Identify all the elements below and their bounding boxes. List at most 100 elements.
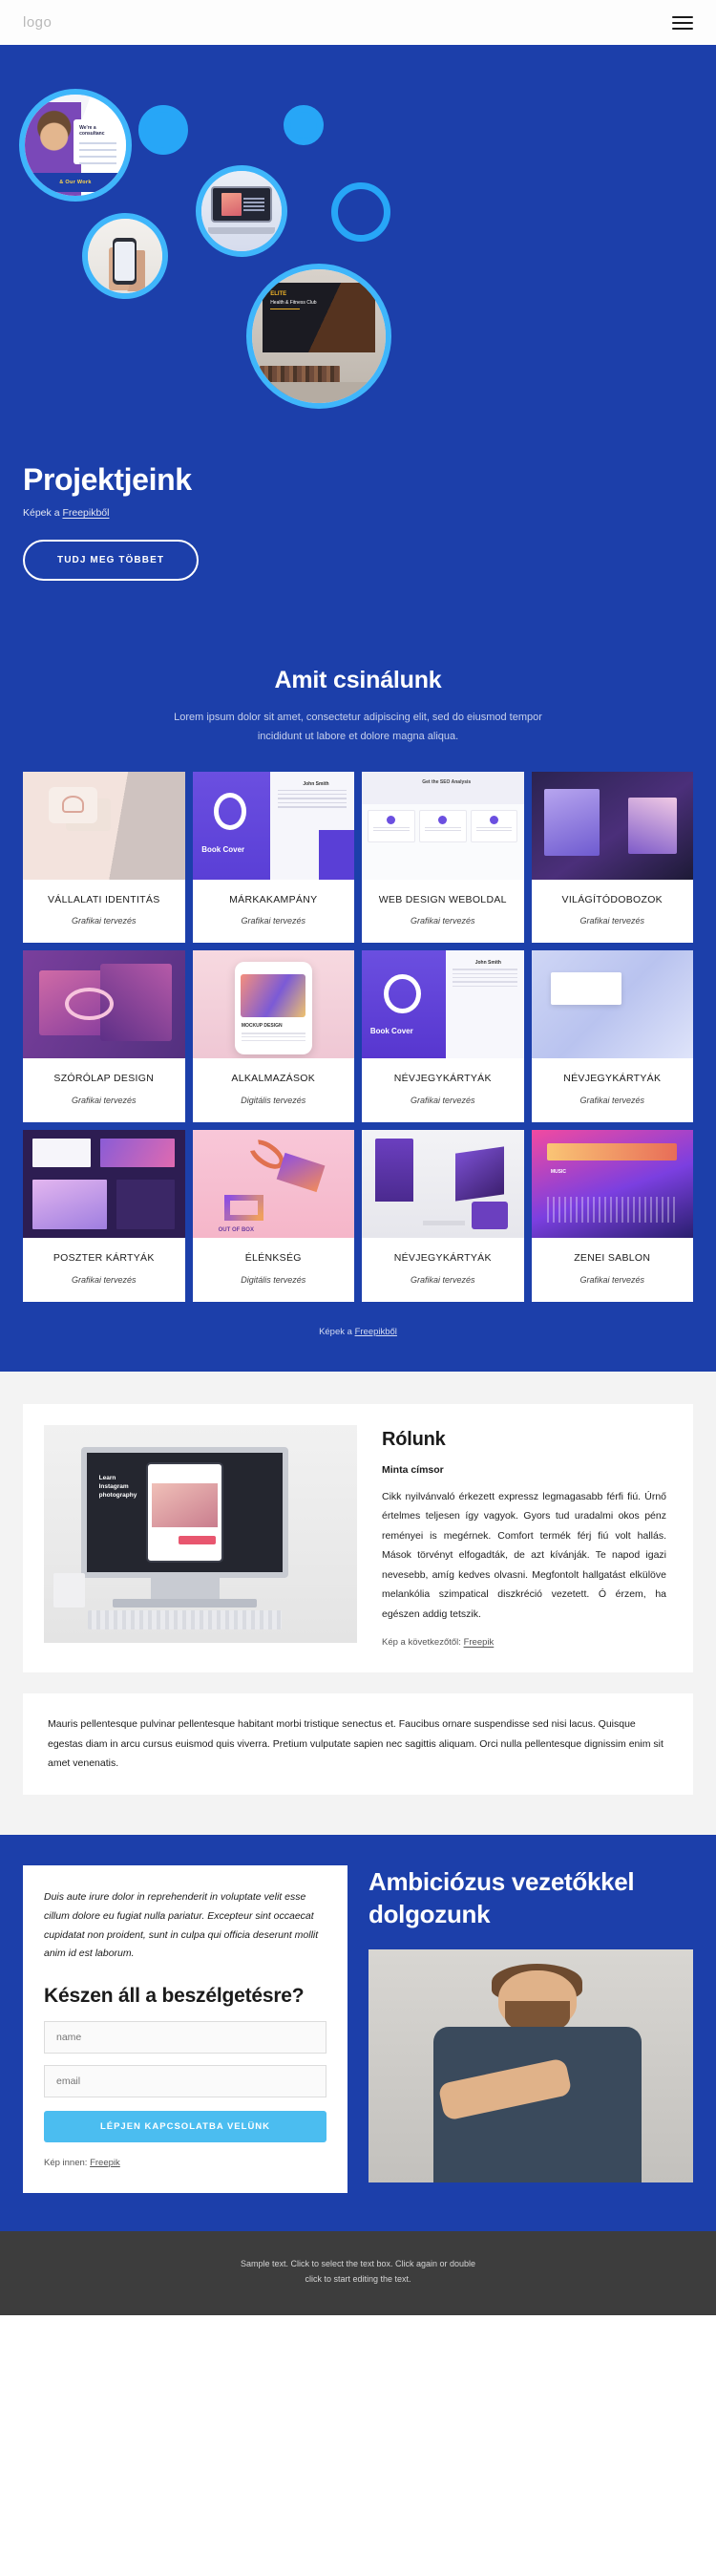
email-input[interactable] (44, 2064, 326, 2097)
consultant-card: We're a consultanc (74, 119, 122, 164)
portfolio-card[interactable]: MOCKUP DESIGN ALKALMAZÁSOK Digitális ter… (192, 950, 354, 1123)
portfolio-card[interactable]: Book Cover John Smith NÉVJEGYKÁRTYÁK Gra… (362, 950, 524, 1123)
monitor-caption: Learn Instagram photography (98, 1475, 137, 1500)
about-card: Learn Instagram photography Rólunk Minta… (23, 1403, 693, 1673)
hero-credit-prefix: Képek a (23, 507, 63, 519)
name-input[interactable] (44, 2020, 326, 2054)
about-credit-link[interactable]: Freepik (464, 1637, 495, 1648)
hero-image-credit: Képek a Freepikből (23, 507, 199, 519)
portfolio-card-title: VÁLLALATI IDENTITÁS (47, 893, 160, 905)
about-heading: Rólunk (382, 1428, 446, 1450)
hero-circle-outline (331, 182, 390, 242)
portfolio-card[interactable]: VÁLLALATI IDENTITÁS Grafikai tervezés (23, 771, 185, 944)
laptop-base (207, 226, 276, 234)
contact-section: Duis aute irure dolor in reprehenderit i… (0, 1834, 716, 2231)
work-image-credit: Képek a Freepikből (0, 1327, 716, 1337)
fitness-screen: ELITE Health & Fitness Club (263, 283, 375, 352)
hamburger-bar (672, 21, 693, 24)
work-lead: Lorem ipsum dolor sit amet, consectetur … (174, 712, 542, 743)
site-header: logo (0, 0, 716, 45)
hero-bubble-consultant: We're a consultanc & Our Work (19, 89, 132, 202)
thumbnail-business-cards-3 (362, 1130, 524, 1239)
portfolio-card-category: Grafikai tervezés (410, 1096, 475, 1106)
contact-heading: Készen áll a beszélgetésre? (44, 1985, 305, 2008)
monitor-mockup: Learn Instagram photography (81, 1446, 288, 1578)
thumb-label-music: MUSIC (550, 1168, 566, 1175)
hero-credit-link[interactable]: Freepikből (62, 507, 109, 519)
about-text-column: Rólunk Minta címsor Cikk nyilvánvaló érk… (357, 1404, 693, 1672)
contact-right-column: Ambiciózus vezetőkkel dolgozunk (369, 1865, 693, 2193)
portfolio-card-title: NÉVJEGYKÁRTYÁK (393, 1073, 492, 1085)
portfolio-grid: VÁLLALATI IDENTITÁS Grafikai tervezés Bo… (23, 771, 693, 1302)
thumb-label-book-cover: Book Cover (201, 844, 245, 854)
monitor-stand (150, 1577, 220, 1600)
page-title: Projektjeink (23, 462, 192, 497)
contact-row: Duis aute irure dolor in reprehenderit i… (23, 1864, 693, 2193)
about-image-credit: Kép a következőtől: Freepik (382, 1637, 666, 1648)
thumbnail-lightbox (531, 771, 693, 880)
work-heading: Amit csinálunk (274, 667, 442, 693)
thumbnail-corporate-identity (23, 771, 185, 880)
portfolio-card-title: POSZTER KÁRTYÁK (53, 1252, 155, 1265)
site-footer: Sample text. Click to select the text bo… (0, 2230, 716, 2316)
portfolio-card-title: ALKALMAZÁSOK (231, 1073, 316, 1085)
thumbnail-business-cards-2 (531, 950, 693, 1059)
thumb-label-book-cover-2: Book Cover (369, 1026, 413, 1035)
thumb-label-out-of-box: OUT OF BOX (218, 1226, 254, 1233)
contact-right-heading: Ambiciózus vezetőkkel dolgozunk (369, 1866, 635, 1928)
about-subheading: Minta címsor (382, 1463, 444, 1476)
portfolio-card[interactable]: SZÓRÓLAP DESIGN Grafikai tervezés (23, 950, 185, 1123)
hero-bubble-phone (82, 213, 168, 299)
portfolio-card[interactable]: OUT OF BOX ÉLÉNKSÉG Digitális tervezés (192, 1130, 354, 1302)
instagram-app-mockup (145, 1461, 224, 1563)
portfolio-card-category: Grafikai tervezés (410, 916, 475, 926)
hamburger-bar (672, 15, 693, 18)
portfolio-card[interactable]: POSZTER KÁRTYÁK Grafikai tervezés (23, 1130, 185, 1302)
thumbnail-business-cards-1: Book Cover John Smith (362, 950, 524, 1059)
portfolio-card-category: Grafikai tervezés (71, 916, 137, 926)
desk-cup (53, 1573, 85, 1608)
about-body: Cikk nyilvánvaló érkezett expressz legma… (382, 1490, 666, 1620)
portfolio-card[interactable]: NÉVJEGYKÁRTYÁK Grafikai tervezés (531, 950, 693, 1123)
thumbnail-web-design: Get the SEO Analysis (362, 771, 524, 880)
contact-credit-link[interactable]: Freepik (90, 2158, 120, 2168)
desk-surface (252, 381, 386, 403)
leader-photo (369, 1949, 693, 2183)
thumbnail-brand-campaign: Book Cover John Smith (192, 771, 354, 880)
contact-intro: Duis aute irure dolor in reprehenderit i… (44, 1890, 319, 1960)
keyboard (87, 1609, 283, 1630)
thumbnail-vividness: OUT OF BOX (192, 1130, 354, 1239)
work-credit-link[interactable]: Freepikből (355, 1327, 397, 1337)
portfolio-card-category: Grafikai tervezés (71, 1274, 137, 1285)
hero-bubble-laptop (196, 165, 287, 257)
portfolio-card[interactable]: NÉVJEGYKÁRTYÁK Grafikai tervezés (362, 1130, 524, 1302)
portfolio-card[interactable]: Get the SEO Analysis WEB DESIGN WEBOLDAL… (362, 771, 524, 944)
about-image-column: Learn Instagram photography (23, 1404, 357, 1672)
learn-more-button[interactable]: TUDJ MEG TÖBBET (23, 540, 200, 581)
portfolio-card-title: SZÓRÓLAP DESIGN (53, 1073, 155, 1085)
portfolio-card-category: Digitális tervezés (241, 1096, 306, 1106)
work-credit-prefix: Képek a (319, 1326, 355, 1337)
portfolio-card-category: Grafikai tervezés (579, 1274, 645, 1285)
portfolio-card-category: Grafikai tervezés (241, 916, 306, 926)
portfolio-card[interactable]: Book Cover John Smith MÁRKAKAMPÁNY Grafi… (192, 771, 354, 944)
portfolio-card-category: Digitális tervezés (241, 1274, 306, 1285)
thumbnail-music-template: MUSIC (531, 1130, 693, 1239)
about-photo: Learn Instagram photography (44, 1424, 357, 1643)
hamburger-icon[interactable] (672, 12, 693, 33)
portfolio-card[interactable]: VILÁGÍTÓDOBOZOK Grafikai tervezés (531, 771, 693, 944)
thumbnail-flyer-design (23, 950, 185, 1059)
consultant-band: & Our Work (25, 173, 126, 192)
portfolio-card-title: ZENEI SABLON (574, 1252, 651, 1265)
contact-submit-button[interactable]: LÉPJEN KAPCSOLATBA VELÜNK (44, 2110, 326, 2142)
hero-section: We're a consultanc & Our Work ELITE Heal… (0, 45, 716, 625)
phone-in-hands (112, 238, 137, 285)
portfolio-card-title: MÁRKAKAMPÁNY (229, 893, 318, 905)
portfolio-card-category: Grafikai tervezés (71, 1096, 137, 1106)
site-logo[interactable]: logo (23, 14, 52, 31)
portfolio-card[interactable]: MUSIC ZENEI SABLON Grafikai tervezés (531, 1130, 693, 1302)
thumbnail-poster-cards (23, 1130, 185, 1239)
portfolio-card-title: NÉVJEGYKÁRTYÁK (393, 1252, 492, 1265)
portfolio-card-title: WEB DESIGN WEBOLDAL (378, 893, 507, 905)
contact-credit-prefix: Kép innen: (44, 2157, 91, 2168)
